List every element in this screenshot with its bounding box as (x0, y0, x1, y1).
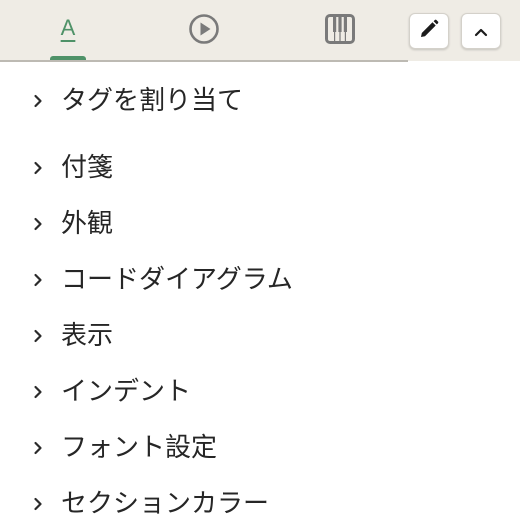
section-label: セクションカラー (61, 489, 270, 519)
section-row[interactable]: フォント設定 (0, 420, 520, 476)
section-row[interactable]: 付箋 (0, 140, 520, 196)
chevron-right-icon (31, 441, 45, 455)
section-row[interactable]: セクションカラー (0, 476, 520, 532)
section-row[interactable]: 表示 (0, 308, 520, 364)
section-list: タグを割り当て 付箋外観コードダイアグラム 表示インデントフォント設定セクションカラ… (0, 62, 520, 532)
chevron-right-icon (31, 273, 45, 287)
pencil-icon (419, 19, 439, 43)
collapse-button[interactable] (461, 13, 501, 49)
chevron-right-icon (31, 217, 45, 231)
section-label: 付箋 (61, 153, 114, 183)
chevron-right-icon (31, 161, 45, 175)
chevron-right-icon (31, 329, 45, 343)
section-row[interactable]: インデント (0, 364, 520, 420)
section-label: フォント設定 (61, 433, 218, 463)
edit-button[interactable] (409, 13, 449, 49)
section-row[interactable]: タグを割り当て (0, 62, 520, 140)
section-label: 表示 (61, 321, 114, 351)
chevron-right-icon (31, 94, 45, 108)
section-label: 外観 (61, 209, 114, 239)
section-label: コードダイアグラム (61, 265, 293, 295)
chevron-right-icon (31, 385, 45, 399)
chevron-right-icon (31, 497, 45, 511)
tab-piano[interactable] (310, 0, 370, 61)
tab-text-format[interactable]: A (38, 0, 98, 61)
chevron-up-icon (474, 22, 488, 41)
tab-playback[interactable] (174, 0, 234, 61)
section-row[interactable]: 外観 (0, 196, 520, 252)
piano-keys-icon (325, 13, 355, 48)
section-row[interactable]: コードダイアグラム (0, 252, 520, 308)
play-circle-icon (188, 13, 220, 49)
text-format-icon: A (60, 14, 76, 40)
section-label: インデント (61, 377, 192, 407)
section-label: タグを割り当て (61, 86, 244, 116)
toolbar: A (0, 0, 520, 61)
